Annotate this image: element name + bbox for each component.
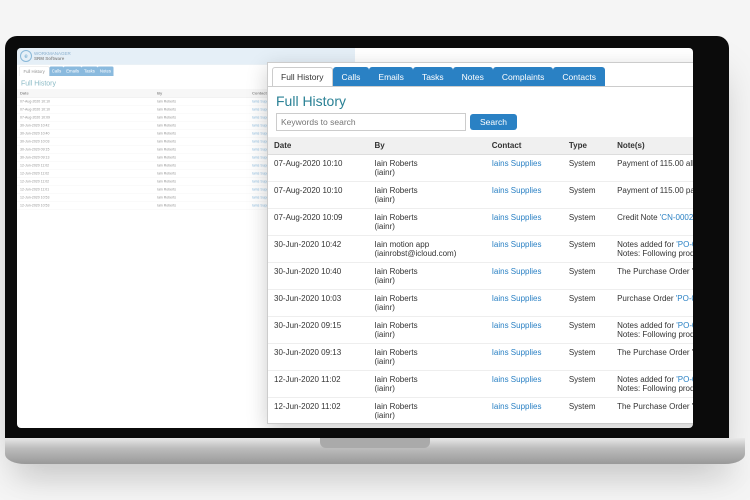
main-panel: Full HistoryCallsEmailsTasksNotesComplai… [267, 62, 693, 424]
cell-date: 07-Aug-2020 10:10 [268, 155, 368, 182]
table-row: 30-Jun-2020 10:40Iain Roberts(iainr)Iain… [268, 263, 693, 290]
table-row: 30-Jun-2020 10:42Iain motion app(iainrob… [268, 236, 693, 263]
table-body: 07-Aug-2020 10:10Iain Roberts(iainr)Iain… [268, 155, 693, 425]
cell-contact[interactable]: Iains Supplies [486, 371, 563, 398]
table-row: 30-Jun-2020 09:13Iain Roberts(iainr)Iain… [268, 344, 693, 371]
cell-by: Iain Roberts(iainr) [368, 317, 485, 344]
cell-by: Iain Roberts(iainr) [368, 182, 485, 209]
cell-note: Notes added for 'PO-0070'Notes: Followin… [611, 371, 693, 398]
cell-note: Payment of 115.00 allocated to purchase … [611, 155, 693, 182]
cell-date: 30-Jun-2020 09:13 [268, 344, 368, 371]
col-date: Date [268, 137, 368, 155]
col-type: Type [563, 137, 611, 155]
cell-contact[interactable]: Iains Supplies [486, 290, 563, 317]
tab-complaints[interactable]: Complaints [493, 67, 554, 86]
cell-note: The Purchase Order 'PO-0071' has been cr… [611, 344, 693, 371]
cell-type: System [563, 398, 611, 425]
cell-by: Iain Roberts(iainr) [368, 209, 485, 236]
cell-note: Payment of 115.00 paid [611, 182, 693, 209]
cell-date: 07-Aug-2020 10:10 [268, 182, 368, 209]
cell-date: 12-Jun-2020 11:02 [268, 371, 368, 398]
laptop-base [5, 438, 745, 464]
cell-date: 07-Aug-2020 10:09 [268, 209, 368, 236]
col-contact: Contact [486, 137, 563, 155]
cell-date: 30-Jun-2020 10:03 [268, 290, 368, 317]
cell-type: System [563, 371, 611, 398]
cell-type: System [563, 263, 611, 290]
table-row: 07-Aug-2020 10:09Iain Roberts(iainr)Iain… [268, 209, 693, 236]
page-title: Full History [276, 93, 693, 109]
cell-contact[interactable]: Iains Supplies [486, 317, 563, 344]
cell-by: Iain Roberts(iainr) [368, 371, 485, 398]
cell-contact[interactable]: Iains Supplies [486, 344, 563, 371]
table-row: 30-Jun-2020 10:03Iain Roberts(iainr)Iain… [268, 290, 693, 317]
cell-note: The Purchase Order 'PO-0070' has been cr… [611, 398, 693, 425]
cell-type: System [563, 317, 611, 344]
tab-bar: Full HistoryCallsEmailsTasksNotesComplai… [268, 63, 693, 87]
cell-date: 12-Jun-2020 11:02 [268, 398, 368, 425]
table-header-row: DateByContactTypeNote(s) [268, 137, 693, 155]
cell-note: Credit Note 'CN-0002' has been created f… [611, 209, 693, 236]
search-button[interactable]: Search [470, 114, 517, 130]
brand-logo: e [20, 50, 32, 62]
table-row: 07-Aug-2020 10:10Iain Roberts(iainr)Iain… [268, 182, 693, 209]
cell-type: System [563, 182, 611, 209]
tab-calls[interactable]: Calls [333, 67, 370, 86]
cell-type: System [563, 155, 611, 182]
cell-contact[interactable]: Iains Supplies [486, 182, 563, 209]
cell-note: Purchase Order 'PO-0071' has been create… [611, 290, 693, 317]
cell-by: Iain Roberts(iainr) [368, 263, 485, 290]
col-by: By [368, 137, 485, 155]
table-row: 12-Jun-2020 11:02Iain Roberts(iainr)Iain… [268, 398, 693, 425]
cell-by: Iain Roberts(iainr) [368, 290, 485, 317]
cell-contact[interactable]: Iains Supplies [486, 236, 563, 263]
cell-contact[interactable]: Iains Supplies [486, 155, 563, 182]
table-row: 30-Jun-2020 09:15Iain Roberts(iainr)Iain… [268, 317, 693, 344]
cell-date: 30-Jun-2020 10:42 [268, 236, 368, 263]
cell-by: Iain Roberts(iainr) [368, 155, 485, 182]
cell-by: Iain motion app(iainrobst@icloud.com) [368, 236, 485, 263]
table-row: 12-Jun-2020 11:02Iain Roberts(iainr)Iain… [268, 371, 693, 398]
cell-note: Notes added for 'PO-0072'Notes: Followin… [611, 236, 693, 263]
table-row: 07-Aug-2020 10:10Iain Roberts(iainr)Iain… [268, 155, 693, 182]
cell-by: Iain Roberts(iainr) [368, 398, 485, 425]
tab-contacts[interactable]: Contacts [553, 67, 605, 86]
cell-date: 30-Jun-2020 09:15 [268, 317, 368, 344]
cell-type: System [563, 344, 611, 371]
cell-contact[interactable]: Iains Supplies [486, 263, 563, 290]
col-note(s): Note(s) [611, 137, 693, 155]
cell-type: System [563, 209, 611, 236]
cell-type: System [563, 236, 611, 263]
cell-note: Notes added for 'PO-0071'Notes: Followin… [611, 317, 693, 344]
tab-notes[interactable]: Notes [453, 67, 493, 86]
tab-emails[interactable]: Emails [369, 67, 413, 86]
cell-contact[interactable]: Iains Supplies [486, 209, 563, 236]
tab-tasks[interactable]: Tasks [413, 67, 453, 86]
cell-note: The Purchase Order 'PO-0072' has been cr… [611, 263, 693, 290]
cell-type: System [563, 290, 611, 317]
cell-date: 30-Jun-2020 10:40 [268, 263, 368, 290]
product-name: SRM Software [34, 56, 71, 61]
search-input[interactable] [276, 113, 466, 131]
tab-full-history[interactable]: Full History [272, 67, 333, 86]
cell-by: Iain Roberts(iainr) [368, 344, 485, 371]
cell-contact[interactable]: Iains Supplies [486, 398, 563, 425]
